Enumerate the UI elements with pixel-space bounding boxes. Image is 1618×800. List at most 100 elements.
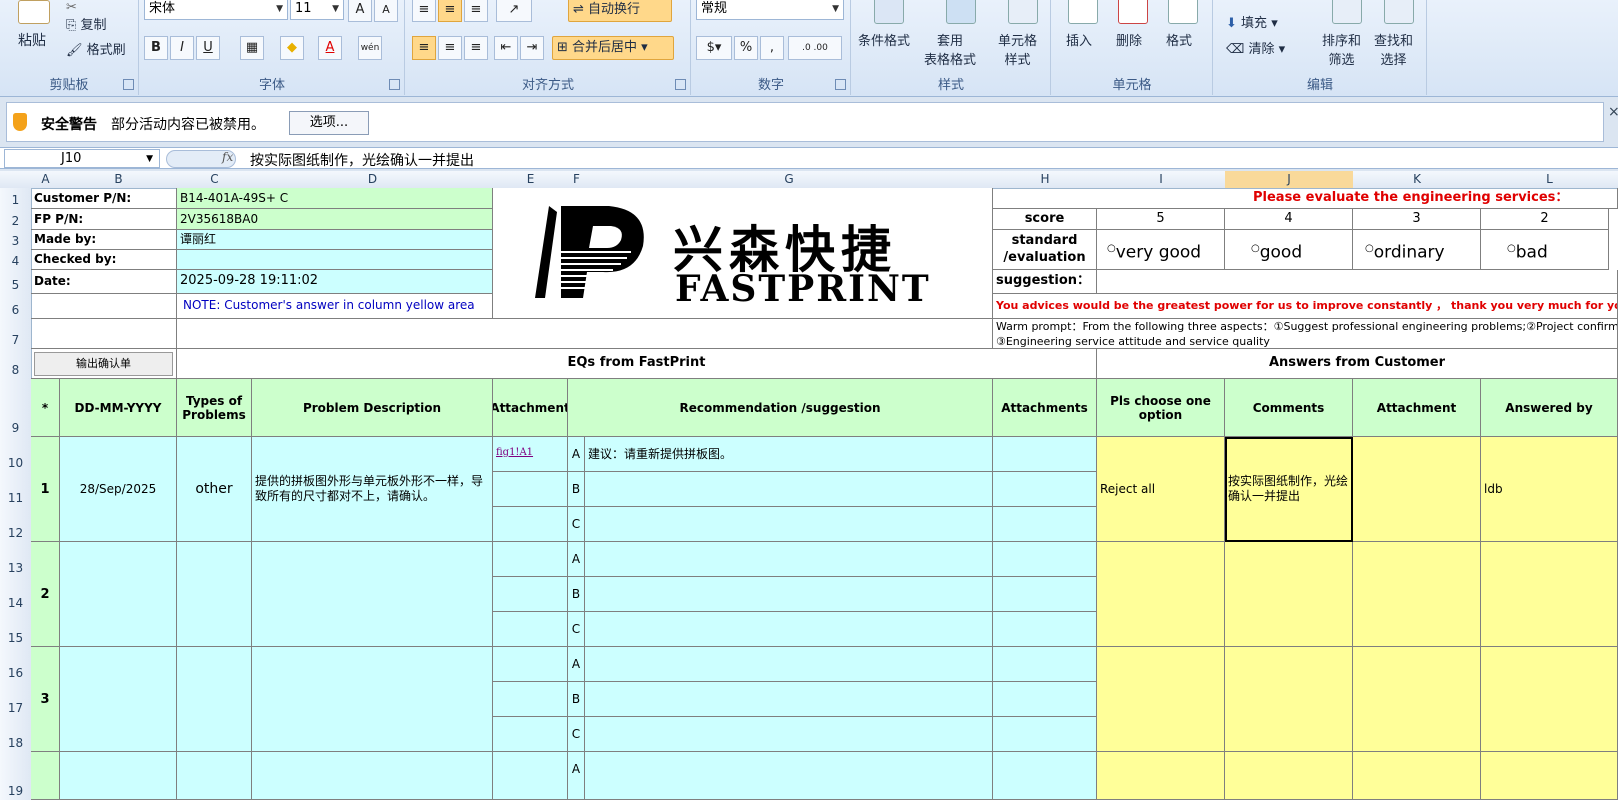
answered-by-cell[interactable] <box>1481 542 1618 647</box>
grow-font-icon[interactable]: A <box>348 0 372 22</box>
comma-button[interactable]: , <box>760 36 784 60</box>
font-launcher-icon[interactable] <box>389 79 400 90</box>
date-value[interactable]: 2025-09-28 19:11:02 <box>177 270 493 294</box>
row-header[interactable]: 6 <box>0 294 32 320</box>
row-header[interactable]: 17 <box>0 682 32 718</box>
font-name-combo[interactable]: 宋体 ▼ <box>144 0 288 20</box>
item-type[interactable] <box>177 752 252 800</box>
radio-very-good[interactable]: ○very good <box>1097 230 1225 270</box>
item-attachments-cell[interactable] <box>993 437 1097 472</box>
row-header[interactable]: 5 <box>0 270 32 295</box>
item-attachments-cell[interactable] <box>993 577 1097 612</box>
border-icon[interactable]: ▦ <box>240 36 264 60</box>
column-header[interactable]: J <box>1225 171 1354 189</box>
item-suggestion[interactable] <box>585 682 993 717</box>
item-attachment-link[interactable]: fig1!A1 <box>493 437 568 472</box>
row-header[interactable]: 18 <box>0 717 32 753</box>
row-header[interactable]: 11 <box>0 472 32 508</box>
row-header[interactable]: 2 <box>0 209 32 231</box>
percent-button[interactable]: % <box>734 36 758 60</box>
item-attachment-link[interactable] <box>493 647 568 682</box>
merge-center-button[interactable]: ⊞ 合并后居中 ▾ <box>552 36 674 60</box>
row-header[interactable]: 14 <box>0 577 32 613</box>
item-attachment-link[interactable] <box>493 682 568 717</box>
item-description[interactable] <box>252 542 493 647</box>
format-painter-button[interactable]: 🖌 格式刷 <box>66 39 126 58</box>
column-header[interactable]: D <box>252 171 494 189</box>
align-center-icon[interactable]: ≡ <box>438 36 462 60</box>
italic-button[interactable]: I <box>170 36 194 60</box>
customer-attachment-cell[interactable] <box>1353 752 1481 800</box>
select-all-corner[interactable] <box>0 171 32 189</box>
radio-good[interactable]: ○good <box>1225 230 1353 270</box>
radio-bad[interactable]: ○bad <box>1481 230 1609 270</box>
orientation-icon[interactable]: ↗ <box>496 0 532 22</box>
row-header[interactable]: 4 <box>0 250 32 271</box>
comments-cell[interactable] <box>1225 752 1353 800</box>
item-date[interactable] <box>60 542 177 647</box>
suggestion-input[interactable] <box>1097 270 1618 294</box>
item-suggestion[interactable] <box>585 612 993 647</box>
checked-by-value[interactable] <box>177 250 493 270</box>
choose-option-cell[interactable] <box>1097 542 1225 647</box>
item-description[interactable]: 提供的拼板图外形与单元板外形不一样，导 致所有的尺寸都对不上，请确认。 <box>252 437 493 542</box>
item-date[interactable] <box>60 647 177 752</box>
find-select-button[interactable]: 查找和 选择 <box>1374 30 1413 68</box>
customer-attachment-cell[interactable] <box>1353 647 1481 752</box>
customer-pn-value[interactable]: B14-401A-49S+ C <box>177 188 493 209</box>
format-button[interactable]: 格式 <box>1166 30 1192 49</box>
item-attachment-link[interactable] <box>493 472 568 507</box>
item-description[interactable] <box>252 752 493 800</box>
row-header[interactable]: 13 <box>0 542 32 578</box>
comments-cell[interactable] <box>1225 542 1353 647</box>
answered-by-cell[interactable]: ldb <box>1481 437 1618 542</box>
column-header[interactable]: E <box>493 171 569 189</box>
customer-attachment-cell[interactable] <box>1353 542 1481 647</box>
column-header[interactable]: K <box>1353 171 1482 189</box>
item-attachments-cell[interactable] <box>993 647 1097 682</box>
item-attachments-cell[interactable] <box>993 507 1097 542</box>
table-format-button[interactable]: 套用 表格格式 <box>924 30 976 68</box>
copy-button[interactable]: ⎘ 复制 <box>66 14 107 33</box>
column-header[interactable]: B <box>60 171 178 189</box>
formula-input[interactable]: 按实际图纸制作，光绘确认一并提出 <box>250 150 474 170</box>
item-attachments-cell[interactable] <box>993 472 1097 507</box>
item-attachments-cell[interactable] <box>993 752 1097 800</box>
clear-button[interactable]: ⌫ 清除 ▾ <box>1226 38 1285 57</box>
decrease-indent-icon[interactable]: ⇤ <box>494 36 518 60</box>
insert-button[interactable]: 插入 <box>1066 30 1092 49</box>
cell-styles-button[interactable]: 单元格 样式 <box>998 30 1037 68</box>
item-attachment-link[interactable] <box>493 542 568 577</box>
paste-button[interactable]: 粘贴 <box>18 30 46 50</box>
item-date[interactable] <box>60 752 177 800</box>
choose-option-cell[interactable] <box>1097 752 1225 800</box>
item-type[interactable] <box>177 542 252 647</box>
comments-cell[interactable] <box>1225 647 1353 752</box>
item-attachment-link[interactable] <box>493 577 568 612</box>
align-middle-icon[interactable]: ≡ <box>438 0 462 22</box>
item-attachment-link[interactable] <box>493 717 568 752</box>
item-attachment-link[interactable] <box>493 507 568 542</box>
conditional-format-button[interactable]: 条件格式 <box>858 30 910 49</box>
customer-attachment-cell[interactable] <box>1353 437 1481 542</box>
clipboard-launcher-icon[interactable] <box>123 79 134 90</box>
sort-filter-button[interactable]: 排序和 筛选 <box>1322 30 1361 68</box>
row-header[interactable]: 9 <box>0 379 32 438</box>
wrap-text-button[interactable]: ⇌ 自动换行 <box>568 0 672 22</box>
item-date[interactable]: 28/Sep/2025 <box>60 437 177 542</box>
row-header[interactable]: 8 <box>0 349 32 380</box>
item-attachment-link[interactable] <box>493 612 568 647</box>
align-top-icon[interactable]: ≡ <box>412 0 436 22</box>
alignment-launcher-icon[interactable] <box>675 79 686 90</box>
currency-icon[interactable]: $▾ <box>696 36 732 60</box>
comments-cell[interactable]: 按实际图纸制作，光绘 确认一并提出 <box>1225 437 1353 542</box>
row-header[interactable]: 10 <box>0 437 32 473</box>
item-type[interactable] <box>177 647 252 752</box>
row-header[interactable]: 3 <box>0 230 32 251</box>
underline-button[interactable]: U <box>196 36 220 60</box>
item-attachments-cell[interactable] <box>993 717 1097 752</box>
cut-icon[interactable]: ✂ <box>66 0 77 15</box>
output-confirm-button[interactable]: 输出确认单 <box>34 352 173 376</box>
radio-ordinary[interactable]: ○ordinary <box>1353 230 1481 270</box>
font-color-icon[interactable]: A <box>318 36 342 60</box>
